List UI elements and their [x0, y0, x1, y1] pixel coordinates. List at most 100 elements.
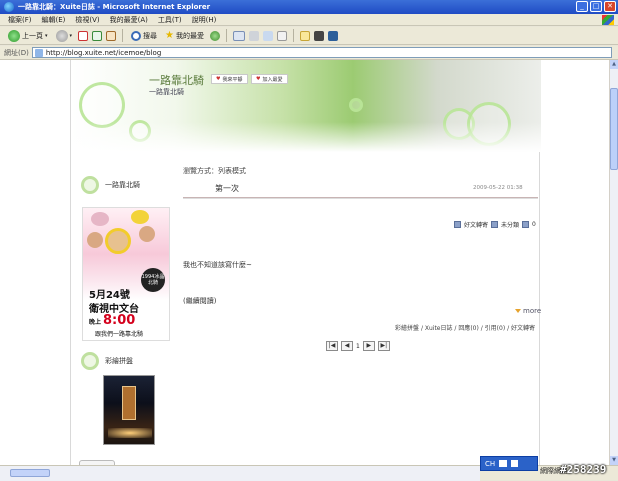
k-icon[interactable]	[314, 30, 324, 41]
first-page-button[interactable]: |◀	[326, 341, 338, 351]
post-title[interactable]: 第一次	[215, 183, 239, 194]
window-title: 一路靠北騎：Xuite日誌 - Microsoft Internet Explo…	[18, 3, 211, 11]
hscroll-thumb[interactable]	[10, 469, 50, 477]
minimize-button[interactable]: _	[576, 1, 588, 12]
window-title-bar: 一路靠北騎：Xuite日誌 - Microsoft Internet Explo…	[0, 0, 618, 14]
last-page-button[interactable]: ▶|	[377, 341, 390, 351]
folder-icon[interactable]	[300, 30, 310, 41]
print-icon[interactable]	[249, 30, 259, 41]
windows-flag-icon	[602, 15, 614, 25]
banner-bubble	[349, 98, 363, 112]
vertical-scrollbar[interactable]: ▲ ▼	[609, 60, 618, 465]
toolbar-separator	[293, 29, 294, 42]
horizontal-scrollbar[interactable]	[0, 466, 480, 481]
post-date: 2009-05-22 01:38	[473, 185, 523, 191]
profile-poster-image[interactable]: 1994冰晶北騎 5月24號 衛視中文台 晚上 8:00 跟我們一路靠北騎	[82, 207, 170, 341]
rider-helmet	[91, 212, 109, 226]
menu-view[interactable]: 檢視(V)	[75, 15, 99, 25]
rider-helmet	[131, 210, 149, 224]
address-url: http://blog.xuite.net/icemoe/blog	[45, 48, 162, 57]
album-photo[interactable]	[103, 375, 155, 445]
search-icon	[131, 30, 142, 41]
swirl-icon	[81, 352, 99, 370]
profile-section-title: 一路靠北騎	[81, 176, 140, 194]
category-link[interactable]: 未分類	[501, 220, 519, 229]
page-icon	[34, 48, 43, 57]
menu-help[interactable]: 說明(H)	[192, 15, 217, 25]
back-label: 上一頁	[22, 31, 43, 40]
close-button[interactable]: ✕	[604, 1, 616, 12]
scroll-thumb[interactable]	[610, 88, 618, 170]
post-actions: 好文轉寄 未分類 0	[454, 220, 536, 229]
view-mode-label: 瀏覽方式：列表模式	[183, 167, 246, 175]
address-label: 網址(D)	[4, 48, 29, 57]
search-label: 搜尋	[143, 31, 158, 40]
post-meta[interactable]: 彩繪拼盤 / Xuite日誌 / 回應(0) / 引用(0) / 好文轉寄	[395, 323, 535, 332]
address-bar: 網址(D) http://blog.xuite.net/icemoe/blog	[0, 46, 618, 60]
messenger-icon[interactable]	[328, 30, 338, 41]
prev-page-button[interactable]: ◀	[341, 341, 353, 351]
blog-subtitle: 一路靠北騎	[149, 88, 184, 96]
forward-post-link[interactable]: 好文轉寄	[464, 220, 488, 229]
forward-arrow-icon	[55, 29, 68, 42]
refresh-icon[interactable]	[92, 30, 103, 41]
read-more-link[interactable]: (繼續閱讀)	[183, 296, 216, 306]
favorites-button[interactable]: ★ 我的最愛	[163, 28, 206, 43]
current-page: 1	[356, 342, 360, 350]
rider-face	[87, 232, 103, 248]
photo-glow	[108, 428, 152, 438]
chevron-down-icon: ▾	[69, 32, 73, 39]
profile-title-text: 一路靠北騎	[105, 181, 140, 189]
toolbar-separator	[122, 29, 124, 42]
blog-name[interactable]: 一路靠北騎	[149, 72, 204, 88]
maximize-button[interactable]: □	[590, 1, 602, 12]
forward-button[interactable]: ▾	[54, 28, 75, 43]
edit-icon[interactable]	[263, 30, 273, 41]
search-button[interactable]: 搜尋	[129, 28, 159, 43]
keyboard-icon	[499, 460, 508, 467]
comment-count[interactable]: 0	[532, 221, 536, 228]
menu-file[interactable]: 檔案(F)	[8, 15, 32, 25]
add-favorite-label: 加入最愛	[262, 76, 283, 83]
ime-language-bar[interactable]: CH	[480, 456, 538, 471]
poster-date: 5月24號	[89, 290, 130, 301]
heart-icon: ♥	[256, 76, 261, 82]
more-arrow-icon	[515, 309, 521, 313]
scroll-down-icon[interactable]: ▼	[610, 456, 618, 465]
more-link[interactable]: more	[515, 307, 541, 315]
blog-banner: 一路靠北騎 一路靠北騎 ♥ 我來平靜 ♥ 加入最愛	[71, 60, 541, 152]
back-button[interactable]: 上一頁 ▾	[6, 28, 50, 43]
album-section-title: 彩繪拼盤	[81, 352, 133, 370]
forward-mail-icon	[454, 221, 461, 228]
add-favorite-button[interactable]: ♥ 加入最愛	[251, 74, 288, 84]
comment-icon	[522, 221, 530, 228]
album-title-text: 彩繪拼盤	[105, 357, 133, 365]
toolbar: 上一頁 ▾ ▾ 搜尋 ★ 我的最愛	[0, 27, 618, 45]
page-viewport: 一路靠北騎 一路靠北騎 ♥ 我來平靜 ♥ 加入最愛 一路靠北騎 1994冰晶北騎…	[0, 60, 609, 465]
menu-favorites[interactable]: 我的最愛(A)	[110, 15, 148, 25]
watermark: #258239	[560, 463, 607, 476]
mail-icon[interactable]	[233, 30, 245, 41]
address-field[interactable]: http://blog.xuite.net/icemoe/blog	[31, 47, 612, 58]
discuss-icon[interactable]	[277, 30, 287, 41]
poster-time-prefix: 晚上	[89, 319, 102, 326]
menu-edit[interactable]: 編輯(E)	[42, 15, 66, 25]
post-divider	[183, 197, 538, 199]
back-arrow-icon	[8, 29, 20, 42]
home-icon[interactable]	[106, 30, 117, 41]
poster-footer: 跟我們一路靠北騎	[95, 331, 144, 338]
star-icon: ★	[165, 30, 174, 41]
next-page-button[interactable]: ▶	[362, 341, 375, 351]
photo-sign	[122, 386, 136, 420]
heart-icon: ♥	[216, 76, 221, 82]
scroll-up-icon[interactable]: ▲	[610, 60, 618, 69]
menu-tools[interactable]: 工具(T)	[158, 15, 182, 25]
chevron-down-icon: ▾	[45, 32, 48, 39]
swirl-icon	[81, 176, 99, 194]
blog-page: 一路靠北騎 一路靠北騎 ♥ 我來平靜 ♥ 加入最愛 一路靠北騎 1994冰晶北騎…	[70, 60, 541, 465]
stop-icon[interactable]	[78, 30, 89, 41]
poster-time-value: 8:00	[103, 313, 136, 328]
history-icon[interactable]	[210, 30, 220, 41]
subscribe-button[interactable]: ♥ 我來平靜	[211, 74, 248, 84]
subscribe-label: 我來平靜	[222, 76, 243, 83]
